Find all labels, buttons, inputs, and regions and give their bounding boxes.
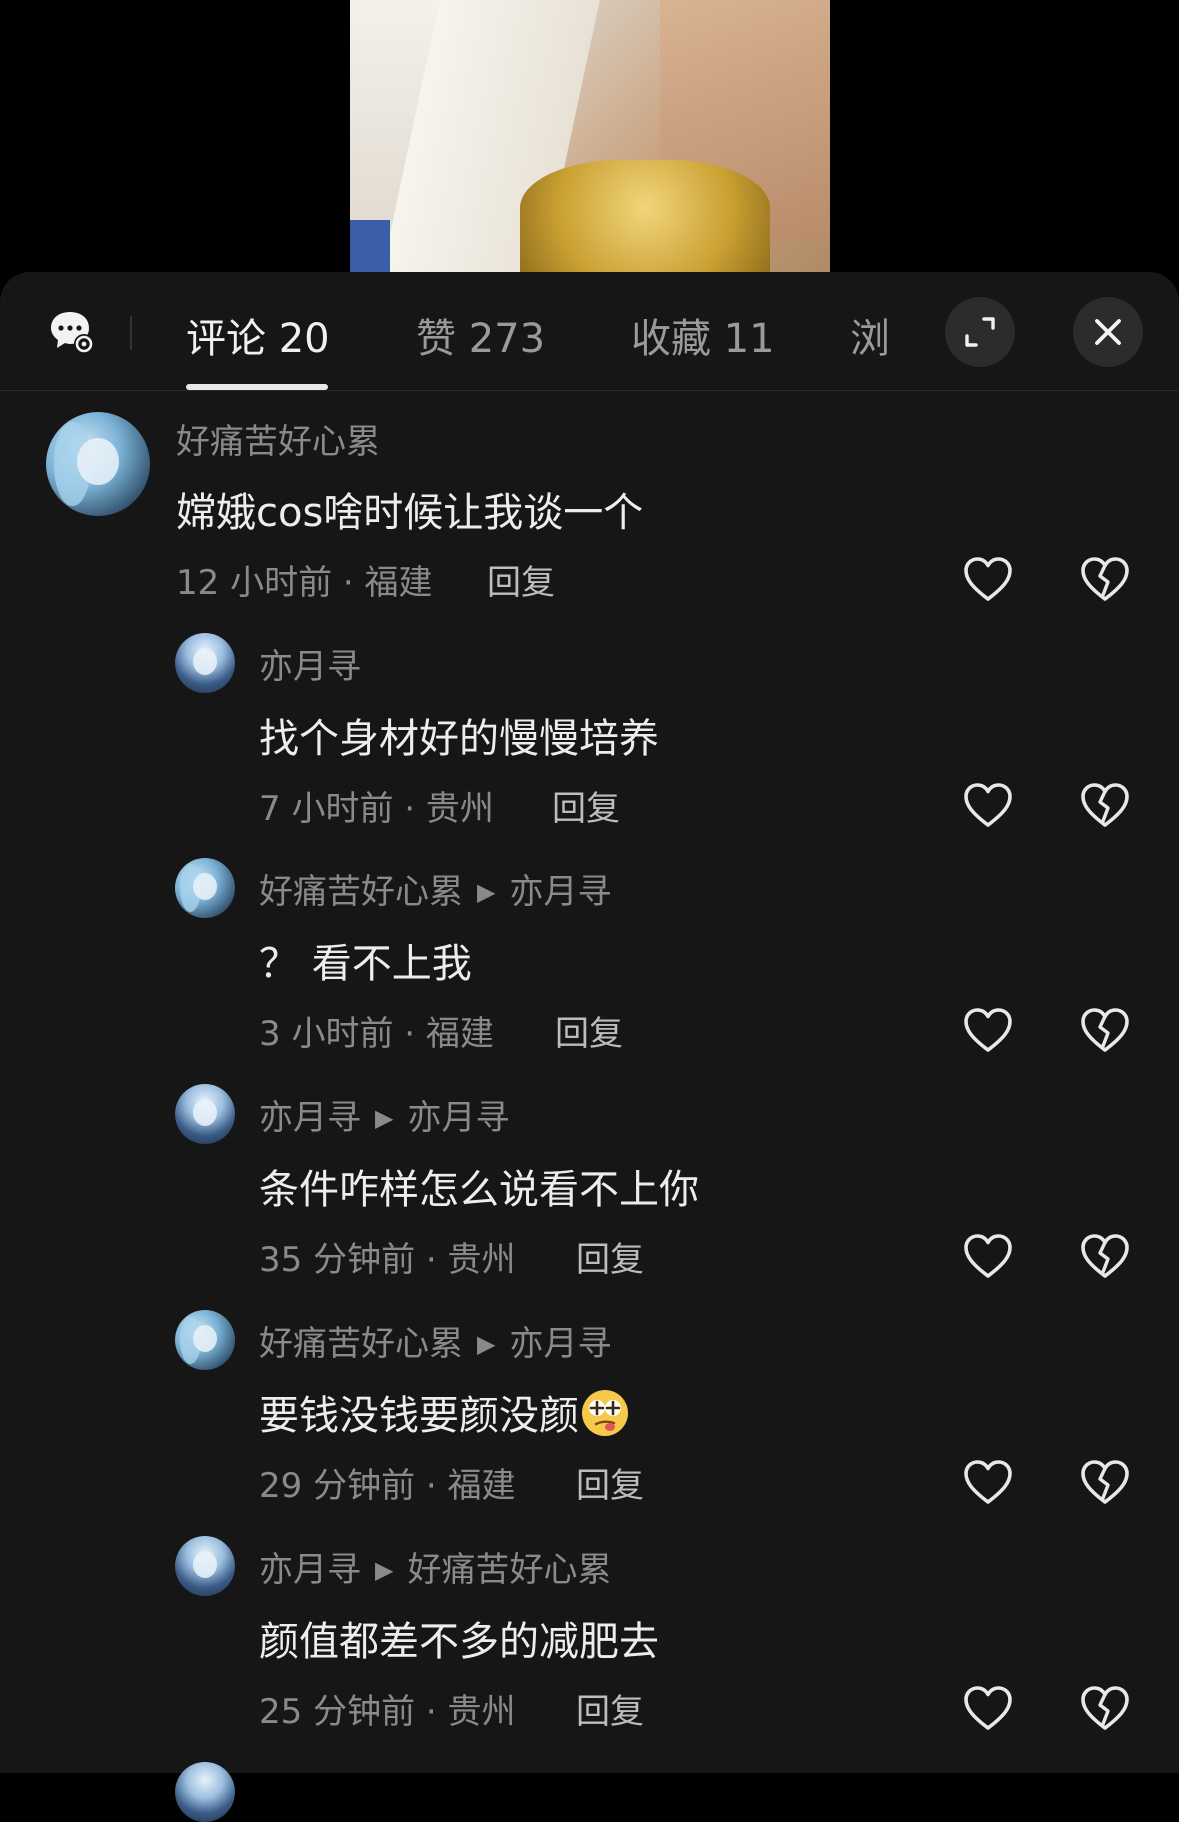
comment-meta: 12 小时前 · 福建 [176, 563, 433, 603]
reply-arrow-icon: ▶ [477, 1330, 496, 1358]
reply-button[interactable]: 回复 [576, 1232, 644, 1281]
avatar[interactable] [175, 858, 235, 918]
tab-likes[interactable]: 赞 273 [416, 306, 545, 364]
avatar[interactable] [175, 633, 235, 693]
dizzy-face-emoji-icon [582, 1390, 628, 1436]
avatar[interactable] [175, 1762, 235, 1822]
heart-icon[interactable] [962, 780, 1014, 832]
broken-heart-icon[interactable] [1079, 554, 1131, 606]
reply-button[interactable]: 回复 [555, 1006, 623, 1055]
reply-to-username[interactable]: 亦月寻 [509, 872, 611, 912]
heart-icon[interactable] [962, 1457, 1014, 1509]
close-button[interactable] [1073, 297, 1143, 367]
tab-favorites[interactable]: 收藏 11 [631, 306, 775, 364]
reply-button[interactable]: 回复 [576, 1458, 644, 1507]
reply-button[interactable]: 回复 [552, 781, 620, 830]
tab-bar: 评论 20 赞 273 收藏 11 浏 [0, 272, 1179, 391]
comment-text: 找个身材好的慢慢培养 [259, 716, 659, 762]
comment-text: ？ 看不上我 [259, 941, 472, 987]
comment-meta: 35 分钟前 · 贵州 [259, 1240, 516, 1280]
video-gold-ornament [520, 160, 770, 280]
comment-username: 亦月寻 ▶ 亦月寻 [259, 1090, 509, 1139]
avatar[interactable] [46, 412, 150, 516]
heart-icon[interactable] [962, 1005, 1014, 1057]
avatar[interactable] [175, 1084, 235, 1144]
avatar[interactable] [175, 1536, 235, 1596]
reply-arrow-icon: ▶ [375, 1104, 394, 1132]
comment-text: 要钱没钱要颜没颜 [259, 1383, 631, 1441]
heart-icon[interactable] [962, 1231, 1014, 1283]
reply-username[interactable]: 亦月寻 [259, 1098, 361, 1138]
comment-username: 好痛苦好心累 ▶ 亦月寻 [259, 864, 611, 913]
close-icon [1095, 319, 1121, 345]
comment-meta: 29 分钟前 · 福建 [259, 1466, 516, 1506]
expand-button[interactable] [945, 297, 1015, 367]
tab-comments[interactable]: 评论 20 [186, 306, 330, 364]
avatar[interactable] [175, 1310, 235, 1370]
reply-button[interactable]: 回复 [576, 1684, 644, 1733]
reply-to-username[interactable]: 亦月寻 [509, 1324, 611, 1364]
heart-icon[interactable] [962, 1683, 1014, 1735]
comment-username[interactable]: 亦月寻 [259, 639, 361, 688]
chat-settings-icon[interactable] [48, 308, 96, 356]
comment-meta: 7 小时前 · 贵州 [259, 789, 494, 829]
reply-to-username[interactable]: 亦月寻 [407, 1098, 509, 1138]
comment-text: 颜值都差不多的减肥去 [259, 1619, 659, 1665]
tab-views[interactable]: 浏 [850, 306, 890, 364]
broken-heart-icon[interactable] [1079, 780, 1131, 832]
active-tab-indicator [186, 384, 328, 390]
expand-icon [965, 317, 995, 347]
comment-username[interactable]: 好痛苦好心累 [176, 414, 380, 463]
comment-text-content: 要钱没钱要颜没颜 [259, 1393, 579, 1439]
comment-username: 亦月寻 ▶ 好痛苦好心累 [259, 1542, 611, 1591]
heart-icon[interactable] [962, 554, 1014, 606]
broken-heart-icon[interactable] [1079, 1005, 1131, 1057]
tab-separator [130, 316, 132, 350]
reply-arrow-icon: ▶ [375, 1556, 394, 1584]
comment-meta: 3 小时前 · 福建 [259, 1014, 494, 1054]
reply-username[interactable]: 亦月寻 [259, 1550, 361, 1590]
video-blue-sleeve [350, 220, 390, 280]
video-preview[interactable] [350, 0, 830, 280]
comment-meta: 25 分钟前 · 贵州 [259, 1692, 516, 1732]
broken-heart-icon[interactable] [1079, 1457, 1131, 1509]
comment-text: 条件咋样怎么说看不上你 [259, 1167, 699, 1213]
reply-username[interactable]: 亦月寻 [259, 647, 361, 687]
reply-username[interactable]: 好痛苦好心累 [259, 872, 463, 912]
comment-username: 好痛苦好心累 ▶ 亦月寻 [259, 1316, 611, 1365]
reply-to-username[interactable]: 好痛苦好心累 [407, 1550, 611, 1590]
comment-text: 嫦娥cos啥时候让我谈一个 [176, 490, 644, 536]
broken-heart-icon[interactable] [1079, 1231, 1131, 1283]
reply-button[interactable]: 回复 [487, 555, 555, 604]
broken-heart-icon[interactable] [1079, 1683, 1131, 1735]
reply-username[interactable]: 好痛苦好心累 [259, 1324, 463, 1364]
reply-arrow-icon: ▶ [477, 878, 496, 906]
